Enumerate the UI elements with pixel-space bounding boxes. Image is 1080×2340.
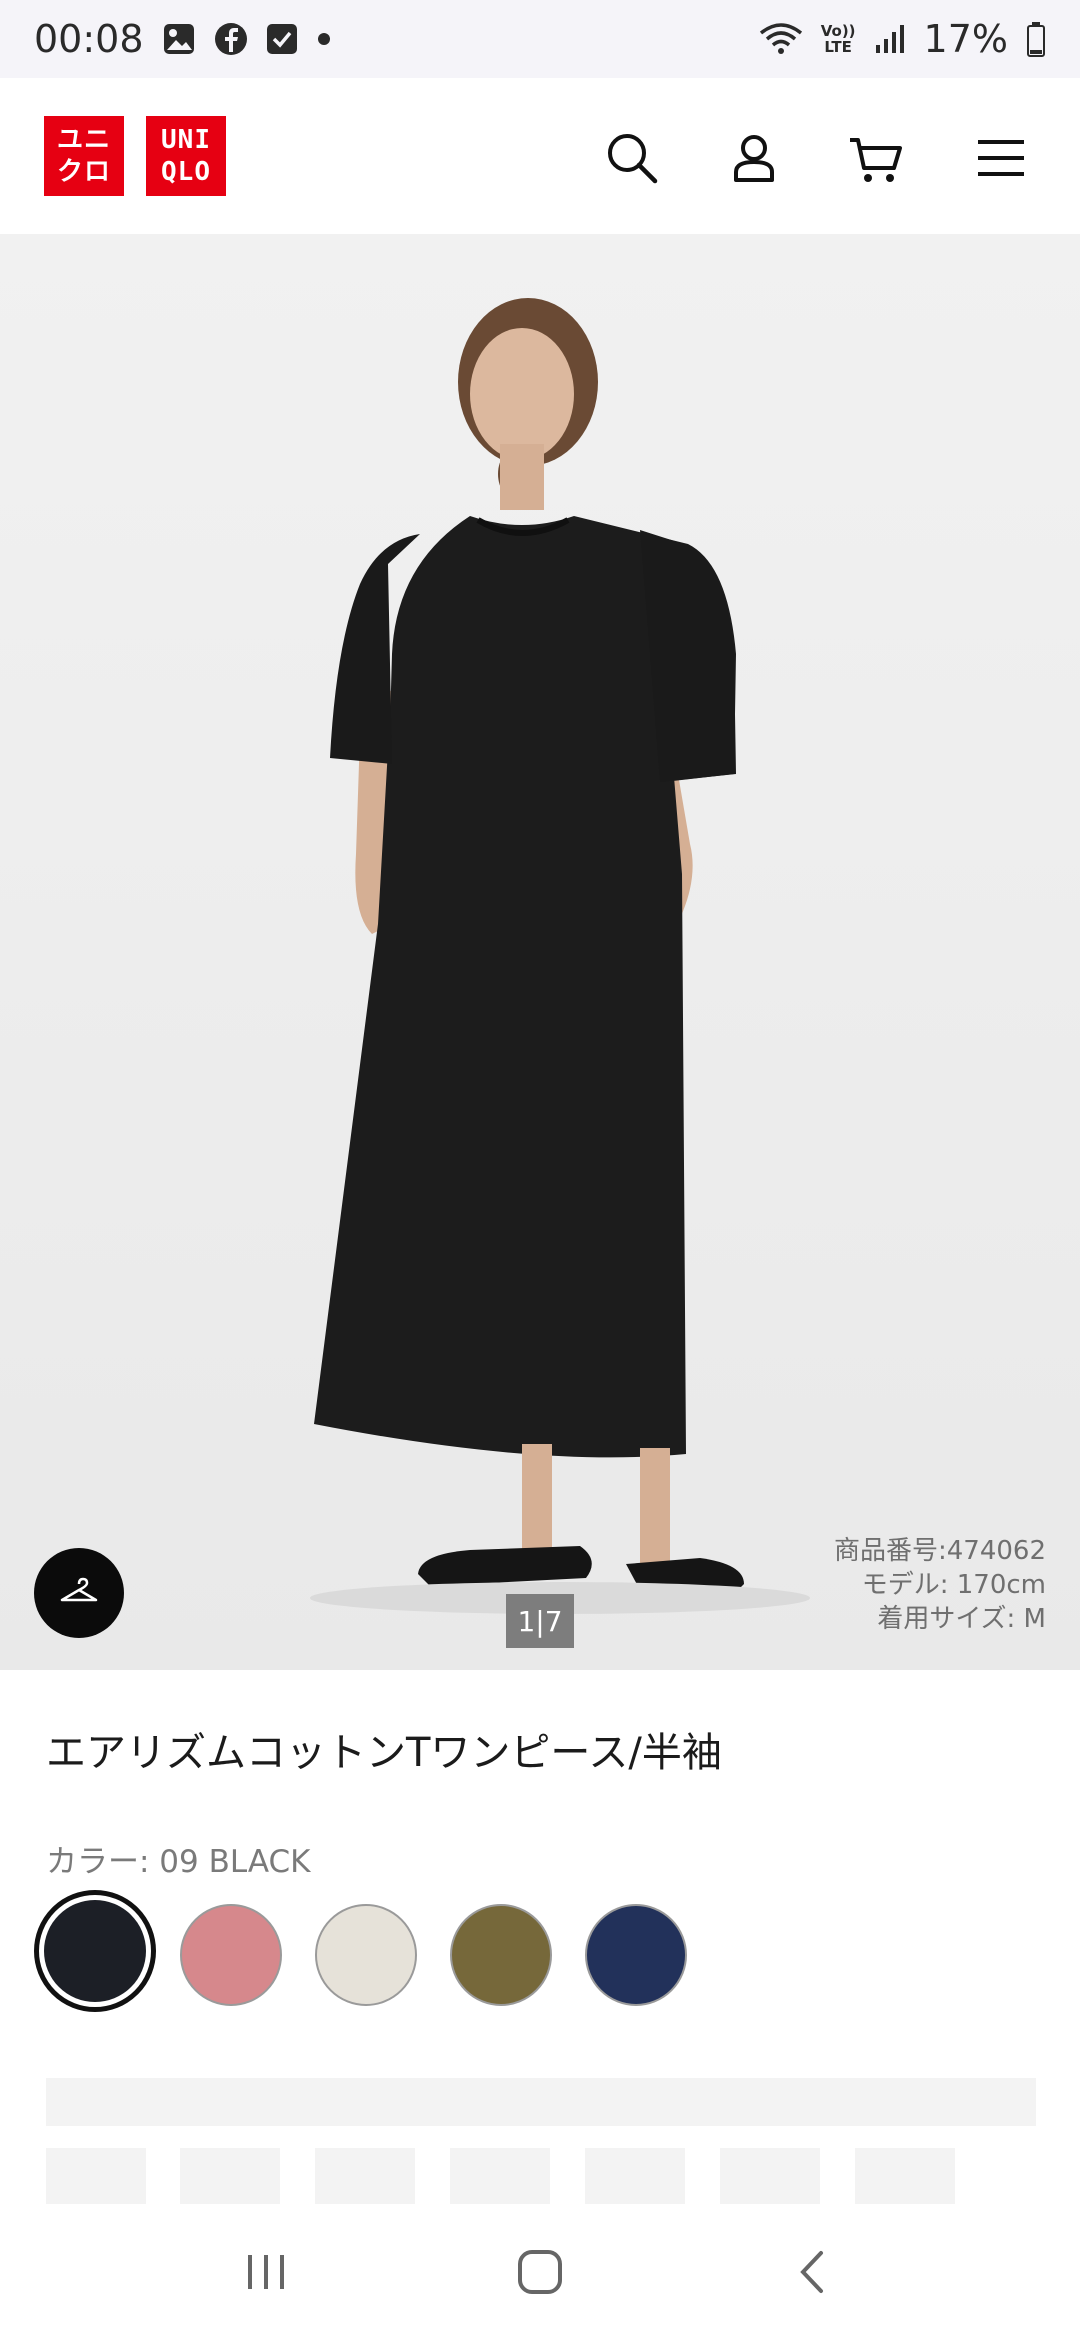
logo-katakana: ユニ クロ [44,116,124,196]
skeleton-size-option [720,2148,820,2204]
battery-icon [1026,21,1046,57]
swatch-olive[interactable] [450,1904,552,2006]
account-icon[interactable] [724,128,784,188]
uniqlo-logo[interactable]: ユニ クロ UNI QLO [44,116,226,196]
logo-latin: UNI QLO [146,116,226,196]
dot-icon [316,31,332,47]
image-counter: 1|7 [506,1594,574,1648]
swatch-offwhite[interactable] [315,1904,417,2006]
back-icon[interactable] [789,2247,839,2301]
recent-apps-icon[interactable] [241,2247,291,2301]
product-meta: 商品番号:474062 モデル: 170cm 着用サイズ: M [834,1534,1046,1636]
facebook-icon [214,22,248,56]
skeleton-size-option [46,2148,146,2204]
signal-icon [874,23,906,55]
product-code: 商品番号:474062 [833,1536,1046,1566]
model-illustration [0,234,1080,1670]
wifi-icon [759,21,803,57]
battery-percent: 17% [923,17,1008,61]
status-bar: 00:08 Vo)) LTE 17% [0,0,1080,78]
search-icon[interactable] [602,128,662,188]
gallery-icon [162,22,196,56]
skeleton-size-option [450,2148,550,2204]
model-height: モデル: 170cm [861,1570,1046,1600]
site-header: ユニ クロ UNI QLO [0,78,1080,234]
checkbox-icon [266,23,298,55]
skeleton-size-option [315,2148,415,2204]
color-label: カラー: 09 BLACK [46,1844,311,1880]
skeleton-size-option [585,2148,685,2204]
color-swatches [34,1890,1054,2020]
product-image[interactable]: 1|7 商品番号:474062 モデル: 170cm 着用サイズ: M [0,234,1080,1670]
status-time: 00:08 [34,17,144,61]
try-on-button[interactable] [34,1548,124,1638]
volte-icon: Vo)) LTE [820,22,856,56]
menu-icon[interactable] [972,128,1032,188]
system-nav-bar [0,2208,1080,2340]
cart-icon[interactable] [846,128,906,188]
swatch-navy[interactable] [585,1904,687,2006]
swatch-black[interactable] [34,1890,156,2012]
hanger-icon [59,1576,99,1610]
home-icon[interactable] [514,2246,566,2302]
swatch-pink[interactable] [180,1904,282,2006]
skeleton-size-option [855,2148,955,2204]
product-title: エアリズムコットンTワンピース/半袖 [46,1730,722,1776]
size-worn: 着用サイズ: M [877,1604,1046,1634]
skeleton-bar [46,2078,1036,2126]
skeleton-size-option [180,2148,280,2204]
